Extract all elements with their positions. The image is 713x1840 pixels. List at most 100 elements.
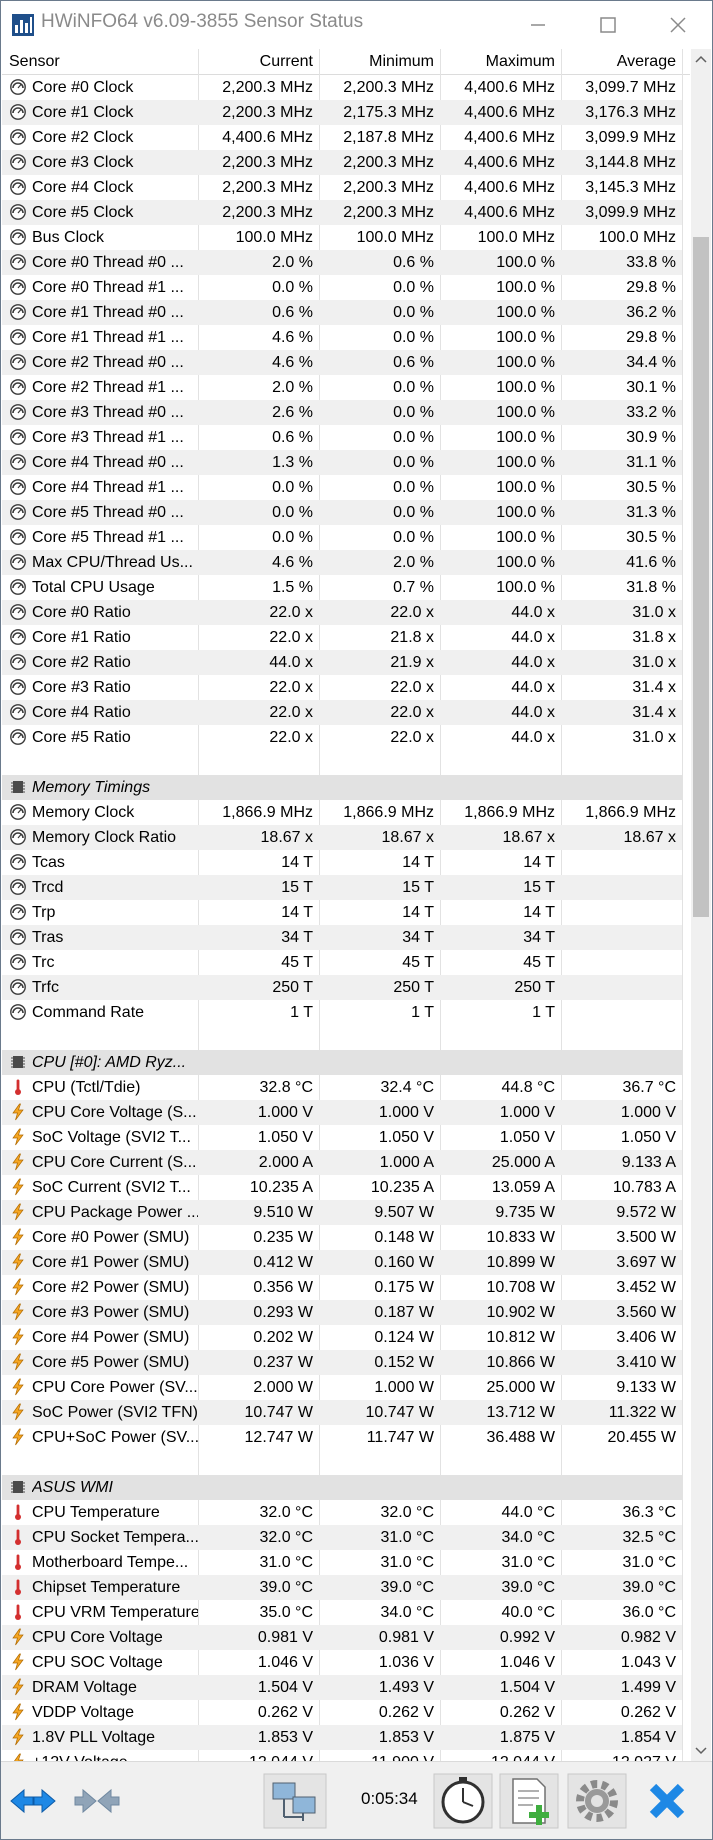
- sensor-name: [32, 1450, 198, 1475]
- sensor-row[interactable]: Core #5 Power (SMU) 0.237 W 0.152 W 10.866 …: [2, 1350, 682, 1375]
- sensor-row[interactable]: Core #5 Ratio 22.0 x 22.0 x 44.0 x 31.0 x: [2, 725, 682, 750]
- sensor-row[interactable]: CPU Socket Tempera... 32.0 °C 31.0 °C 34.0 …: [2, 1525, 682, 1550]
- sensor-row[interactable]: Trcd 15 T 15 T 15 T: [2, 875, 682, 900]
- sensor-row[interactable]: CPU Core Voltage (S... 1.000 V 1.000 V 1.00…: [2, 1100, 682, 1125]
- sensor-row[interactable]: SoC Voltage (SVI2 T... 1.050 V 1.050 V 1.05…: [2, 1125, 682, 1150]
- sensor-name: Core #3 Clock: [32, 154, 134, 171]
- minimum-value: 32.0 °C: [380, 1504, 434, 1521]
- sensor-row[interactable]: Tras 34 T 34 T 34 T: [2, 925, 682, 950]
- column-header-sensor[interactable]: Sensor: [9, 49, 198, 74]
- column-header-minimum[interactable]: Minimum: [319, 49, 440, 74]
- sensor-row[interactable]: Core #3 Thread #0 ... 2.6 % 0.0 % 100.0 % 33…: [2, 400, 682, 425]
- sensor-row[interactable]: Core #3 Power (SMU) 0.293 W 0.187 W 10.902 …: [2, 1300, 682, 1325]
- sensor-row[interactable]: Chipset Temperature 39.0 °C 39.0 °C 39.0 °C…: [2, 1575, 682, 1600]
- sensor-row[interactable]: Total CPU Usage 1.5 % 0.7 % 100.0 % 31.8 %: [2, 575, 682, 600]
- sensor-row[interactable]: Core #0 Clock 2,200.3 MHz 2,200.3 MHz 4,400…: [2, 75, 682, 100]
- sensor-row[interactable]: CPU SOC Voltage 1.046 V 1.036 V 1.046 V 1.04…: [2, 1650, 682, 1675]
- vertical-scrollbar[interactable]: [691, 49, 711, 1761]
- sensor-row[interactable]: CPU Core Power (SV... 2.000 W 1.000 W 25.00…: [2, 1375, 682, 1400]
- sensor-row[interactable]: SoC Current (SVI2 T... 10.235 A 10.235 A 13…: [2, 1175, 682, 1200]
- sensor-row[interactable]: Core #1 Clock 2,200.3 MHz 2,175.3 MHz 4,400…: [2, 100, 682, 125]
- add-log-button[interactable]: [499, 1773, 559, 1829]
- sensor-row[interactable]: Core #2 Thread #1 ... 2.0 % 0.0 % 100.0 % 30…: [2, 375, 682, 400]
- sensor-row[interactable]: Core #4 Power (SMU) 0.202 W 0.124 W 10.812 …: [2, 1325, 682, 1350]
- sensor-row[interactable]: Core #5 Thread #0 ... 0.0 % 0.0 % 100.0 % 31…: [2, 500, 682, 525]
- sensor-row[interactable]: VDDP Voltage 0.262 V 0.262 V 0.262 V 0.262 V: [2, 1700, 682, 1725]
- close-window-button[interactable]: [649, 1, 707, 49]
- current-value: 0.6 %: [272, 304, 313, 321]
- sensor-row[interactable]: Core #5 Thread #1 ... 0.0 % 0.0 % 100.0 % 30…: [2, 525, 682, 550]
- title-bar[interactable]: HWiNFO64 v6.09-3855 Sensor Status: [1, 1, 712, 49]
- scrollbar-thumb[interactable]: [693, 237, 709, 917]
- nav-collapse-button[interactable]: [71, 1773, 123, 1829]
- sensor-row[interactable]: SoC Power (SVI2 TFN) 10.747 W 10.747 W 13.7…: [2, 1400, 682, 1425]
- sensor-row[interactable]: Core #1 Thread #1 ... 4.6 % 0.0 % 100.0 % 29…: [2, 325, 682, 350]
- sensor-row[interactable]: Core #1 Ratio 22.0 x 21.8 x 44.0 x 31.8 x: [2, 625, 682, 650]
- sensor-row[interactable]: Core #1 Power (SMU) 0.412 W 0.160 W 10.899 …: [2, 1250, 682, 1275]
- nav-left-right-button[interactable]: [7, 1773, 59, 1829]
- sensor-row[interactable]: Memory Clock Ratio 18.67 x 18.67 x 18.67 x 1…: [2, 825, 682, 850]
- sensor-group-header[interactable]: ASUS WMI: [2, 1475, 682, 1500]
- sensor-table[interactable]: Sensor Current Minimum Maximum Average C…: [2, 49, 690, 1761]
- sensor-row[interactable]: Core #4 Thread #1 ... 0.0 % 0.0 % 100.0 % 30…: [2, 475, 682, 500]
- close-sensors-button[interactable]: [637, 1773, 697, 1829]
- average-value: 31.1 %: [626, 454, 676, 471]
- sensor-row[interactable]: Core #4 Ratio 22.0 x 22.0 x 44.0 x 31.4 x: [2, 700, 682, 725]
- sensor-row[interactable]: Command Rate 1 T 1 T 1 T: [2, 1000, 682, 1025]
- column-header-average[interactable]: Average: [561, 49, 682, 74]
- reset-timer-button[interactable]: [433, 1773, 493, 1829]
- sensor-row[interactable]: Core #3 Ratio 22.0 x 22.0 x 44.0 x 31.4 x: [2, 675, 682, 700]
- sensor-row[interactable]: Motherboard Tempe... 31.0 °C 31.0 °C 31.0 °…: [2, 1550, 682, 1575]
- sensor-row[interactable]: DRAM Voltage 1.504 V 1.493 V 1.504 V 1.499 V: [2, 1675, 682, 1700]
- sensor-row[interactable]: Core #2 Power (SMU) 0.356 W 0.175 W 10.708 …: [2, 1275, 682, 1300]
- settings-button[interactable]: [567, 1773, 627, 1829]
- sensor-row[interactable]: CPU+SoC Power (SV... 12.747 W 11.747 W 36.4…: [2, 1425, 682, 1450]
- sensor-row[interactable]: Core #3 Thread #1 ... 0.6 % 0.0 % 100.0 % 30…: [2, 425, 682, 450]
- minimize-button[interactable]: [509, 1, 567, 49]
- column-header-current[interactable]: Current: [198, 49, 319, 74]
- sensor-group-header[interactable]: Memory Timings: [2, 775, 682, 800]
- sensor-row[interactable]: CPU Core Current (S... 2.000 A 1.000 A 25.0…: [2, 1150, 682, 1175]
- sensor-group-header[interactable]: CPU [#0]: AMD Ryz...: [2, 1050, 682, 1075]
- sensor-row[interactable]: CPU Core Voltage 0.981 V 0.981 V 0.992 V 0.9…: [2, 1625, 682, 1650]
- sensor-row[interactable]: Core #3 Clock 2,200.3 MHz 2,200.3 MHz 4,400…: [2, 150, 682, 175]
- sensor-row[interactable]: 1.8V PLL Voltage 1.853 V 1.853 V 1.875 V 1.8…: [2, 1725, 682, 1750]
- sensor-row[interactable]: Core #2 Ratio 44.0 x 21.9 x 44.0 x 31.0 x: [2, 650, 682, 675]
- sensor-row[interactable]: Core #2 Thread #0 ... 4.6 % 0.6 % 100.0 % 34…: [2, 350, 682, 375]
- sensor-row[interactable]: Max CPU/Thread Us... 4.6 % 2.0 % 100.0 % 41.…: [2, 550, 682, 575]
- sensor-row[interactable]: Core #0 Power (SMU) 0.235 W 0.148 W 10.833 …: [2, 1225, 682, 1250]
- sensor-row[interactable]: Core #1 Thread #0 ... 0.6 % 0.0 % 100.0 % 36…: [2, 300, 682, 325]
- sensor-row[interactable]: Core #5 Clock 2,200.3 MHz 2,200.3 MHz 4,400…: [2, 200, 682, 225]
- sensor-row[interactable]: Core #0 Ratio 22.0 x 22.0 x 44.0 x 31.0 x: [2, 600, 682, 625]
- scroll-down-arrow-icon[interactable]: [691, 1741, 711, 1761]
- maximum-value: 25.000 W: [486, 1379, 555, 1396]
- minimum-value: 0.6 %: [393, 354, 434, 371]
- sensor-row[interactable]: Core #4 Thread #0 ... 1.3 % 0.0 % 100.0 % 31…: [2, 450, 682, 475]
- sensor-row[interactable]: Trc 45 T 45 T 45 T: [2, 950, 682, 975]
- network-button[interactable]: [263, 1773, 327, 1829]
- maximum-value: [440, 1450, 561, 1475]
- maximum-value: 44.0 x: [511, 679, 555, 696]
- current-value: 0.0 %: [272, 279, 313, 296]
- sensor-row[interactable]: Trp 14 T 14 T 14 T: [2, 900, 682, 925]
- sensor-row[interactable]: Core #4 Clock 2,200.3 MHz 2,200.3 MHz 4,400…: [2, 175, 682, 200]
- sensor-row[interactable]: Core #0 Thread #0 ... 2.0 % 0.6 % 100.0 % 33…: [2, 250, 682, 275]
- column-header-maximum[interactable]: Maximum: [440, 49, 561, 74]
- maximize-button[interactable]: [579, 1, 637, 49]
- scroll-up-arrow-icon[interactable]: [691, 49, 711, 69]
- sensor-row[interactable]: CPU VRM Temperature 35.0 °C 34.0 °C 40.0 °C…: [2, 1600, 682, 1625]
- sensor-row[interactable]: Tcas 14 T 14 T 14 T: [2, 850, 682, 875]
- sensor-row[interactable]: CPU (Tctl/Tdie) 32.8 °C 32.4 °C 44.8 °C 36.7…: [2, 1075, 682, 1100]
- thermometer-icon: [9, 1603, 27, 1621]
- sensor-row[interactable]: CPU Temperature 32.0 °C 32.0 °C 44.0 °C 36.3…: [2, 1500, 682, 1525]
- sensor-row[interactable]: Trfc 250 T 250 T 250 T: [2, 975, 682, 1000]
- sensor-row[interactable]: CPU Package Power ... 9.510 W 9.507 W 9.735…: [2, 1200, 682, 1225]
- sensor-row[interactable]: +12V Voltage12.044 V11.900 V12.044 V12.0…: [2, 1750, 682, 1761]
- average-value: 3.560 W: [616, 1304, 676, 1321]
- sensor-row[interactable]: Core #2 Clock 4,400.6 MHz 2,187.8 MHz 4,400…: [2, 125, 682, 150]
- minimum-value: 1.000 A: [379, 1154, 434, 1171]
- sensor-row[interactable]: Memory Clock 1,866.9 MHz 1,866.9 MHz 1,866.…: [2, 800, 682, 825]
- average-value: 33.8 %: [626, 254, 676, 271]
- sensor-row[interactable]: Bus Clock 100.0 MHz 100.0 MHz 100.0 MHz 100.…: [2, 225, 682, 250]
- sensor-row[interactable]: Core #0 Thread #1 ... 0.0 % 0.0 % 100.0 % 29…: [2, 275, 682, 300]
